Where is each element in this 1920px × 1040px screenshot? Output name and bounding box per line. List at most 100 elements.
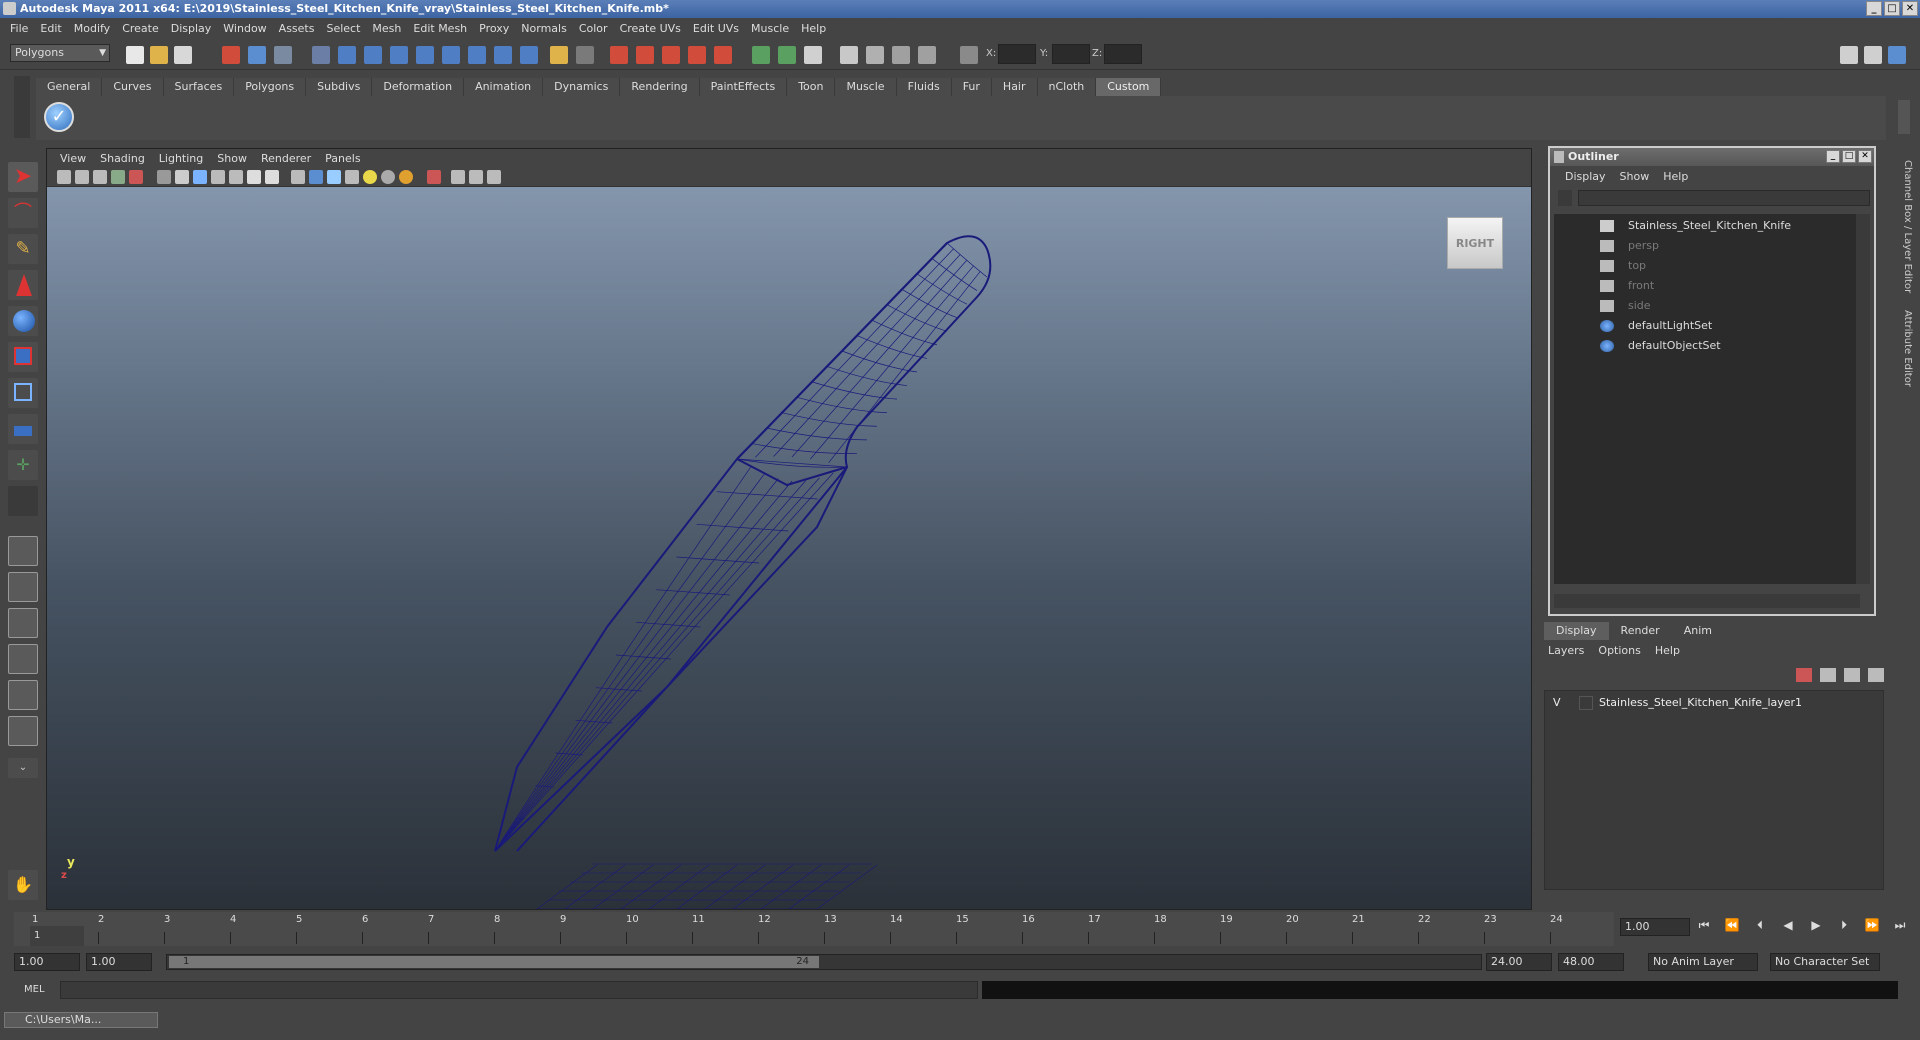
lasso-tool-icon[interactable]: ⌒	[8, 198, 38, 228]
minimize-button[interactable]: _	[1866, 1, 1882, 16]
grid-icon[interactable]	[157, 170, 171, 184]
viewport-menu-view[interactable]: View	[53, 152, 93, 165]
tab-rendering[interactable]: Rendering	[620, 78, 700, 96]
close-button[interactable]: ✕	[1902, 1, 1918, 16]
tab-animation[interactable]: Animation	[464, 78, 544, 96]
render-settings-icon[interactable]	[688, 46, 706, 64]
outliner-menu-display[interactable]: Display	[1558, 170, 1613, 183]
tab-subdivs[interactable]: Subdivs	[306, 78, 373, 96]
bookmarks-icon[interactable]	[93, 170, 107, 184]
select-component-icon[interactable]	[274, 46, 292, 64]
outliner-item[interactable]: defaultObjectSet	[1554, 336, 1860, 356]
minimized-window[interactable]: C:\Users\Ma...	[4, 1012, 158, 1028]
new-layer-from-selection-icon[interactable]	[1868, 668, 1884, 682]
scale-tool-icon[interactable]	[8, 342, 38, 372]
tab-polygons[interactable]: Polygons	[234, 78, 307, 96]
menu-set-dropdown[interactable]: Polygons ▼	[10, 44, 110, 62]
paint-select-tool-icon[interactable]: ✎	[8, 234, 38, 264]
viewport-menu-show[interactable]: Show	[210, 152, 254, 165]
wireframe-icon[interactable]	[291, 170, 305, 184]
light-icon[interactable]	[866, 46, 884, 64]
wireframe-on-shaded-icon[interactable]	[327, 170, 341, 184]
render-frame-icon[interactable]	[636, 46, 654, 64]
field-chart-icon[interactable]	[229, 170, 243, 184]
playback-end-field[interactable]: 24.00	[1486, 953, 1552, 971]
menu-create[interactable]: Create	[116, 22, 165, 35]
go-to-start-icon[interactable]: ⏮	[1694, 918, 1714, 933]
menu-edit-mesh[interactable]: Edit Mesh	[407, 22, 473, 35]
high-quality-icon[interactable]	[451, 170, 465, 184]
soft-select-icon[interactable]	[576, 46, 594, 64]
tab-display-layers[interactable]: Display	[1544, 622, 1609, 640]
maximize-button[interactable]: □	[1884, 1, 1900, 16]
safe-action-icon[interactable]	[247, 170, 261, 184]
viewport-canvas[interactable]: RIGHT y z	[47, 187, 1531, 909]
show-tool-settings-icon[interactable]	[804, 46, 822, 64]
ipr-render-icon[interactable]	[662, 46, 680, 64]
time-slider[interactable]: 1 2 3 4 5 6 7 8 9 10 11 12 13 14 15 16 17 18 19 20 21 22 23 24 1	[14, 912, 1614, 946]
outliner-menu-show[interactable]: Show	[1613, 170, 1657, 183]
render-view-icon[interactable]	[610, 46, 628, 64]
tab-fluids[interactable]: Fluids	[896, 78, 952, 96]
tool-settings-toggle-icon[interactable]	[1888, 46, 1906, 64]
default-lighting-icon[interactable]	[363, 170, 377, 184]
select-camera-icon[interactable]	[57, 170, 71, 184]
outliner-item[interactable]: Stainless_Steel_Kitchen_Knife	[1554, 216, 1860, 236]
menu-edit-uvs[interactable]: Edit UVs	[687, 22, 745, 35]
tab-dynamics[interactable]: Dynamics	[543, 78, 621, 96]
attribute-editor-side-tab[interactable]: Attribute Editor	[1902, 310, 1913, 387]
current-time-marker[interactable]: 1	[30, 926, 84, 946]
play-backwards-icon[interactable]: ◀	[1778, 918, 1798, 933]
tab-render-layers[interactable]: Render	[1609, 622, 1672, 640]
transform-mode-icon[interactable]	[960, 46, 978, 64]
snap-grid-icon[interactable]	[338, 46, 356, 64]
menu-assets[interactable]: Assets	[273, 22, 321, 35]
tab-fur[interactable]: Fur	[951, 78, 992, 96]
x-field[interactable]	[998, 44, 1036, 64]
two-d-pan-zoom-icon[interactable]	[129, 170, 143, 184]
new-layer-icon[interactable]	[1844, 668, 1860, 682]
layout-toggle-icon[interactable]	[1840, 46, 1858, 64]
animation-end-field[interactable]: 48.00	[1558, 953, 1624, 971]
menu-color[interactable]: Color	[573, 22, 614, 35]
go-to-end-icon[interactable]: ⏭	[1890, 918, 1910, 933]
rotate-tool-icon[interactable]	[8, 306, 38, 336]
channel-box-toggle-icon[interactable]	[1864, 46, 1882, 64]
step-back-key-icon[interactable]: ⏪	[1722, 918, 1742, 933]
layer-menu-layers[interactable]: Layers	[1548, 644, 1598, 657]
pick-mask-icon[interactable]	[312, 46, 330, 64]
menu-mesh[interactable]: Mesh	[366, 22, 407, 35]
menu-window[interactable]: Window	[217, 22, 272, 35]
outliner-search-input[interactable]	[1578, 190, 1870, 206]
menu-help[interactable]: Help	[795, 22, 832, 35]
tab-ncloth[interactable]: nCloth	[1037, 78, 1097, 96]
smooth-shade-icon[interactable]	[309, 170, 323, 184]
menu-select[interactable]: Select	[320, 22, 366, 35]
universal-manipulator-icon[interactable]	[8, 378, 38, 408]
input-ops-icon[interactable]	[494, 46, 512, 64]
move-tool-icon[interactable]	[8, 270, 38, 300]
save-scene-icon[interactable]	[174, 46, 192, 64]
y-field[interactable]	[1052, 44, 1090, 64]
tab-curves[interactable]: Curves	[102, 78, 164, 96]
tab-deformation[interactable]: Deformation	[372, 78, 465, 96]
outliner-filter-icon[interactable]	[1558, 190, 1572, 206]
hypershade-icon[interactable]	[714, 46, 732, 64]
display-layer-icon[interactable]	[918, 46, 936, 64]
z-field[interactable]	[1104, 44, 1142, 64]
gate-mask-icon[interactable]	[211, 170, 225, 184]
step-forward-key-icon[interactable]: ⏩	[1862, 918, 1882, 933]
outliner-item[interactable]: persp	[1554, 236, 1860, 256]
viewcube[interactable]: RIGHT	[1447, 217, 1503, 269]
snap-surface-icon[interactable]	[442, 46, 460, 64]
menu-muscle[interactable]: Muscle	[745, 22, 795, 35]
soft-modification-tool-icon[interactable]	[8, 414, 38, 444]
hypershade-persp-layout-icon[interactable]	[8, 680, 38, 710]
menu-proxy[interactable]: Proxy	[473, 22, 515, 35]
show-manipulator-icon[interactable]: ✛	[8, 450, 38, 480]
xray-icon[interactable]	[345, 170, 359, 184]
channel-box-side-tab[interactable]: Channel Box / Layer Editor	[1902, 160, 1913, 293]
move-layer-up-icon[interactable]	[1796, 668, 1812, 682]
film-gate-icon[interactable]	[175, 170, 189, 184]
tab-general[interactable]: General	[36, 78, 103, 96]
